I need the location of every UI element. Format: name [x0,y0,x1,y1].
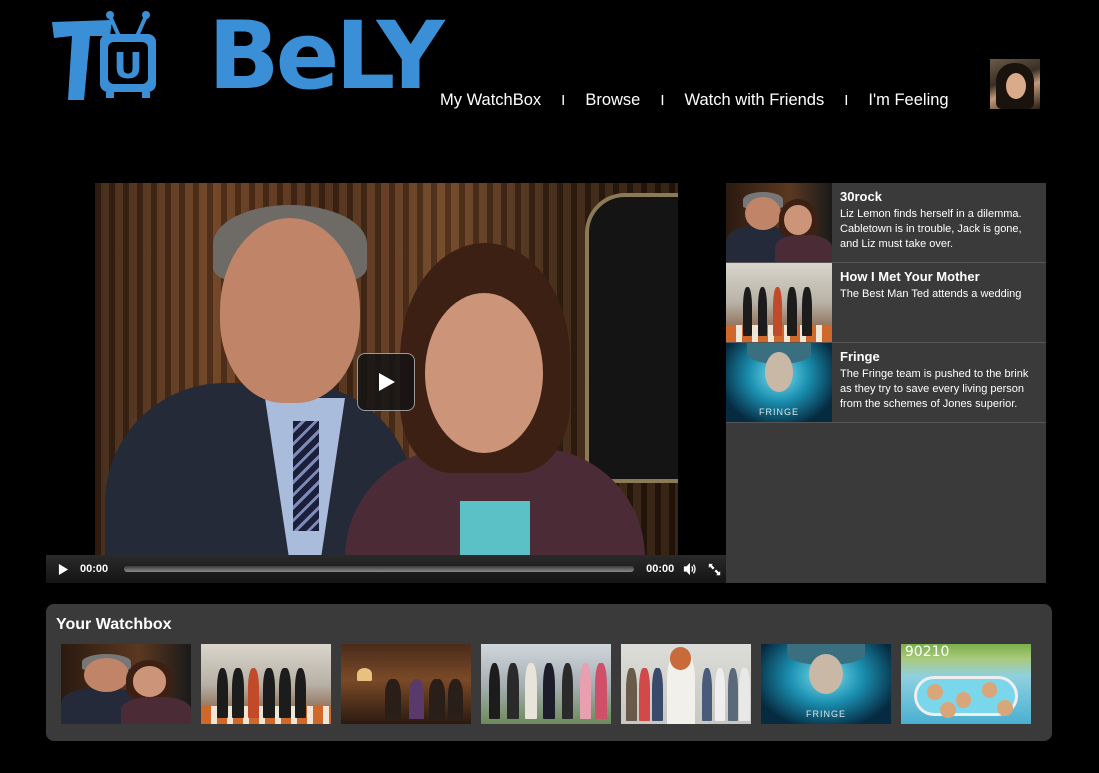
nav-separator: I [561,91,566,109]
nav-im-feeling[interactable]: I'm Feeling [868,91,948,110]
control-play-button[interactable] [54,560,72,578]
watchbox-item-himym[interactable] [201,644,331,724]
logo-wordmark: BeLY [208,2,445,111]
watchbox-panel: Your Watchbox FRINGE 90210 [46,604,1052,741]
fullscreen-button[interactable] [706,561,722,577]
user-avatar[interactable] [990,59,1040,109]
watchbox-item-cafe-show[interactable] [341,644,471,724]
thumbnail-fringe: FRINGE [726,343,832,422]
logo-tv-letter: U [113,46,142,87]
playlist-item-description: The Fringe team is pushed to the brink a… [840,368,1029,410]
seek-bar[interactable] [124,566,635,572]
watchbox-item-90210[interactable]: 90210 [901,644,1031,724]
watchbox-item-group-show[interactable] [481,644,611,724]
volume-icon [684,562,696,576]
thumbnail-30rock [726,183,832,262]
watchbox-item-fringe[interactable]: FRINGE [761,644,891,724]
nav-my-watchbox[interactable]: My WatchBox [440,91,541,110]
playlist-item-fringe[interactable]: FRINGE Fringe The Fringe team is pushed … [726,343,1046,423]
play-icon [58,563,68,575]
episode-playlist: 30rock Liz Lemon finds herself in a dile… [726,183,1046,583]
nav-browse[interactable]: Browse [585,91,640,110]
playlist-item-description: Liz Lemon finds herself in a dilemma. Ca… [840,208,1022,250]
thumbnail-himym [726,263,832,342]
big-play-button[interactable] [357,353,415,411]
tubely-logo[interactable]: U BeLY [50,8,445,106]
volume-button[interactable] [682,561,698,577]
watchbox-item-cast-show[interactable] [621,644,751,724]
playlist-item-30rock[interactable]: 30rock Liz Lemon finds herself in a dile… [726,183,1046,263]
thumbnail-fringe-title: FRINGE [758,407,799,418]
playlist-item-title: How I Met Your Mother [840,269,980,284]
playlist-item-title: 30rock [840,189,882,204]
duration-time: 00:00 [646,563,675,575]
video-player: 00:00 00:00 [46,183,726,583]
player-controls: 00:00 00:00 [46,555,726,583]
watchbox-title: Your Watchbox [56,616,172,633]
play-icon [379,373,395,391]
playlist-item-description: The Best Man Ted attends a wedding [840,288,1022,300]
playlist-item-title: Fringe [840,349,880,364]
playlist-item-himym[interactable]: How I Met Your Mother The Best Man Ted a… [726,263,1046,343]
main-nav: My WatchBox I Browse I Watch with Friend… [440,88,949,112]
current-time: 00:00 [80,563,109,575]
watchbox-fringe-title: FRINGE [805,709,846,720]
watchbox-90210-title: 90210 [904,644,950,660]
nav-separator: I [660,91,665,109]
nav-watch-with-friends[interactable]: Watch with Friends [685,91,825,110]
fullscreen-icon [708,563,720,575]
watchbox-item-30rock[interactable] [61,644,191,724]
nav-separator: I [844,91,849,109]
